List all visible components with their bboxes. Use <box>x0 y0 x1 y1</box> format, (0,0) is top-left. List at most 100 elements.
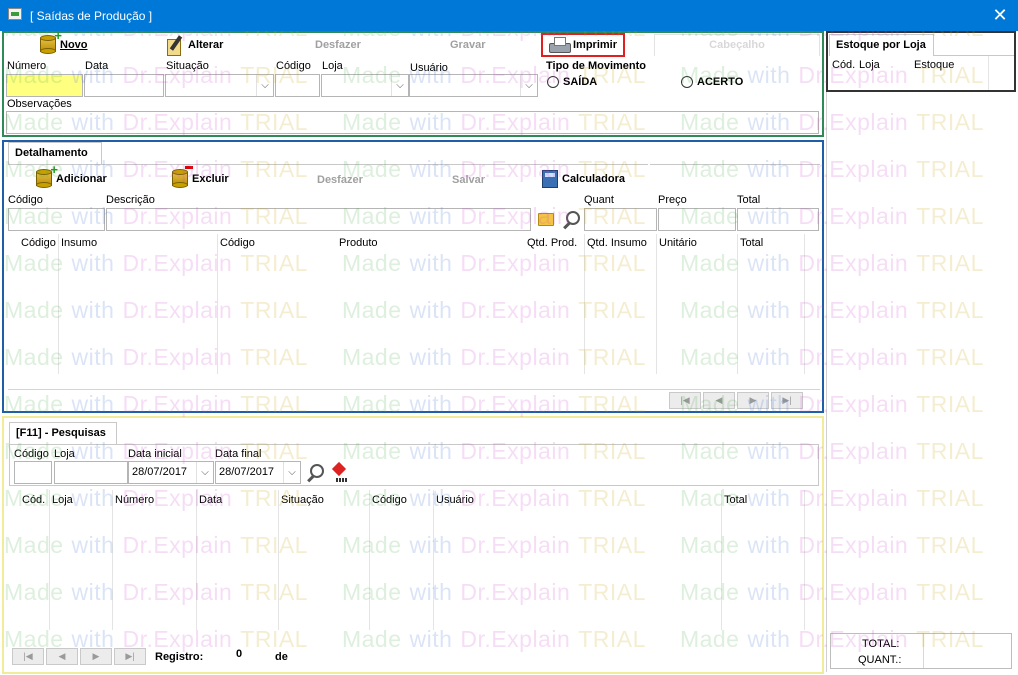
desfazer-button[interactable]: Desfazer <box>315 34 361 56</box>
numero-input[interactable] <box>6 74 83 97</box>
detail-desfazer-button[interactable]: Desfazer <box>317 169 363 191</box>
totals-box: TOTAL: QUANT.: <box>830 633 1012 669</box>
tab-cabecalho[interactable]: Cabeçalho <box>654 34 820 56</box>
col-unitario[interactable]: Unitário <box>659 237 697 249</box>
detail-codigo-label: Código <box>8 194 43 206</box>
col-numero[interactable]: Número <box>115 494 154 506</box>
grid-divider <box>923 634 924 668</box>
adicionar-label: Adicionar <box>56 173 107 185</box>
quant-label: Quant <box>584 194 614 206</box>
alterar-button[interactable]: Alterar <box>166 34 223 56</box>
tab-pesquisas[interactable]: [F11] - Pesquisas <box>9 422 117 444</box>
col-total[interactable]: Total <box>740 237 763 249</box>
adicionar-button[interactable]: + Adicionar <box>36 163 107 190</box>
col-qtd-prod[interactable]: Qtd. Prod. <box>527 237 577 249</box>
grid-divider <box>112 490 113 630</box>
descricao-input[interactable] <box>106 208 531 231</box>
search-nav-last-button[interactable]: ▶| <box>114 648 146 665</box>
detail-salvar-button[interactable]: Salvar <box>452 169 485 191</box>
excluir-button[interactable]: Excluir <box>172 166 229 190</box>
imprimir-label: Imprimir <box>573 39 618 51</box>
preco-input[interactable] <box>658 208 736 231</box>
radio-circle-icon <box>681 76 693 88</box>
gravar-button[interactable]: Gravar <box>450 34 485 56</box>
nav-last-button[interactable]: ▶| <box>771 392 803 409</box>
preco-label: Preço <box>658 194 687 206</box>
printer-icon <box>549 37 571 53</box>
tab-estoque-por-loja[interactable]: Estoque por Loja <box>829 34 934 56</box>
col-codigo-insumo[interactable]: Código <box>21 237 56 249</box>
usuario-label: Usuário <box>410 62 448 74</box>
search-loja-input[interactable] <box>54 461 128 484</box>
col-usuario[interactable]: Usuário <box>436 494 474 506</box>
loja-label: Loja <box>322 60 343 72</box>
folder-icon[interactable] <box>538 213 554 226</box>
imprimir-button[interactable]: Imprimir <box>541 33 626 57</box>
search-codigo-input[interactable] <box>14 461 52 484</box>
col-codigo-produto[interactable]: Código <box>220 237 255 249</box>
col-qtd-insumo[interactable]: Qtd. Insumo <box>587 237 647 249</box>
search-icon[interactable] <box>306 464 324 482</box>
title-bar: [ Saídas de Produção ] ✕ <box>0 0 1018 31</box>
data-final-picker[interactable]: 28/07/2017 ⌵ <box>215 461 301 484</box>
registro-value: 0 <box>236 648 243 660</box>
close-icon[interactable]: ✕ <box>990 4 1010 26</box>
col-codigo[interactable]: Código <box>372 494 407 506</box>
de-label: de <box>275 651 288 663</box>
stock-col-estoque[interactable]: Estoque <box>914 59 954 71</box>
radio-acerto[interactable]: ACERTO <box>681 76 743 88</box>
calculadora-button[interactable]: Calculadora <box>542 168 625 190</box>
calculadora-label: Calculadora <box>562 173 625 185</box>
stock-col-cod[interactable]: Cód. <box>832 59 855 71</box>
detail-codigo-input[interactable] <box>8 208 105 231</box>
search-codigo-label: Código <box>14 448 49 460</box>
search-nav-prev-button[interactable]: ◀ <box>46 648 78 665</box>
total-input[interactable] <box>737 208 819 231</box>
alterar-label: Alterar <box>188 39 224 51</box>
data-inicial-picker[interactable]: 28/07/2017 ⌵ <box>128 461 214 484</box>
col-insumo[interactable]: Insumo <box>61 237 97 249</box>
col-loja[interactable]: Loja <box>52 494 73 506</box>
search-nav-first-button[interactable]: |◀ <box>12 648 44 665</box>
search-icon[interactable] <box>562 211 580 229</box>
clear-filter-icon[interactable] <box>332 464 350 482</box>
novo-button[interactable]: + Novo <box>40 29 88 56</box>
header-panel: + Novo Alterar Desfazer Gravar Imprimir … <box>2 29 824 137</box>
codigo-label: Código <box>276 60 311 72</box>
data-input[interactable] <box>84 74 164 97</box>
col-cod[interactable]: Cód. <box>22 494 45 506</box>
nav-next-button[interactable]: ▶ <box>737 392 769 409</box>
registro-label: Registro: <box>155 651 204 663</box>
codigo-input[interactable] <box>275 74 320 97</box>
grid-divider <box>433 490 434 630</box>
observacoes-input[interactable] <box>6 111 819 134</box>
grid-divider <box>721 490 722 630</box>
chevron-down-icon: ⌵ <box>283 462 300 483</box>
loja-select[interactable]: ⌵ <box>321 74 409 97</box>
tipo-movimento-label: Tipo de Movimento <box>546 60 647 72</box>
stock-col-loja[interactable]: Loja <box>859 59 880 71</box>
radio-saida[interactable]: SAÍDA <box>547 76 597 88</box>
search-panel: [F11] - Pesquisas Código Loja Data inici… <box>2 416 824 674</box>
col-situacao[interactable]: Situação <box>281 494 324 506</box>
col-search-total[interactable]: Total <box>724 494 747 506</box>
database-add-icon: + <box>40 29 62 55</box>
usuario-select[interactable]: ⌵ <box>409 74 538 97</box>
tab-detalhamento[interactable]: Detalhamento <box>8 142 102 164</box>
grid-divider <box>656 234 657 374</box>
nav-prev-button[interactable]: ◀ <box>703 392 735 409</box>
app-icon <box>8 8 22 20</box>
col-produto[interactable]: Produto <box>339 237 378 249</box>
col-data[interactable]: Data <box>199 494 222 506</box>
situacao-select[interactable]: ⌵ <box>165 74 274 97</box>
divider <box>650 164 820 165</box>
nav-first-button[interactable]: |◀ <box>669 392 701 409</box>
divider <box>8 164 648 165</box>
window-title: [ Saídas de Produção ] <box>30 9 153 23</box>
quant-input[interactable] <box>584 208 657 231</box>
total-caption: TOTAL: <box>862 638 900 650</box>
quant-caption: QUANT.: <box>858 654 902 666</box>
search-nav-next-button[interactable]: ▶ <box>80 648 112 665</box>
grid-divider <box>58 234 59 374</box>
grid-divider <box>369 490 370 630</box>
